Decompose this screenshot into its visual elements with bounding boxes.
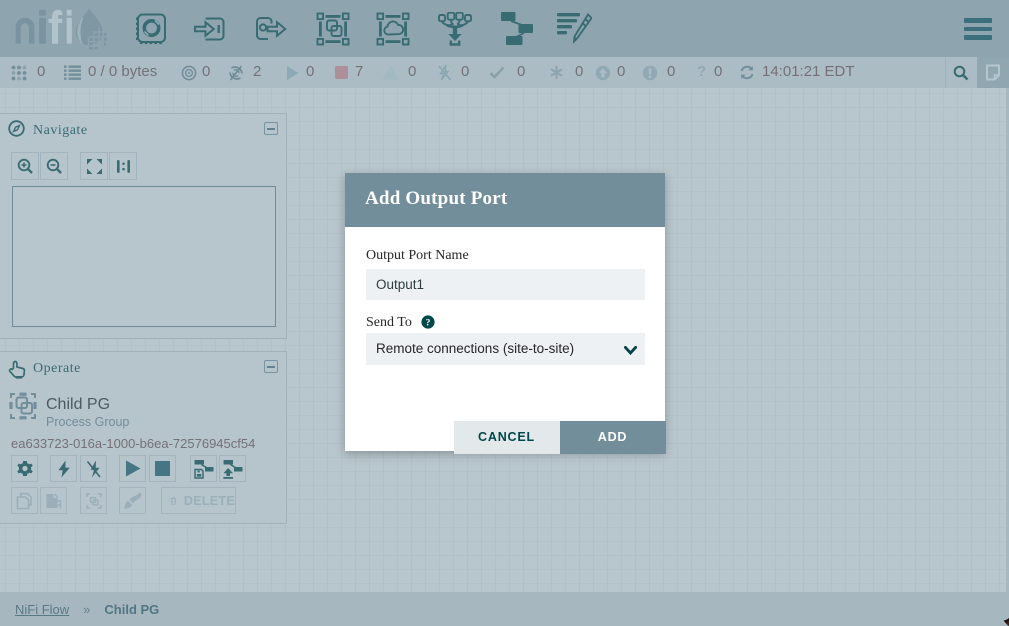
svg-text:?: ? xyxy=(426,318,431,328)
